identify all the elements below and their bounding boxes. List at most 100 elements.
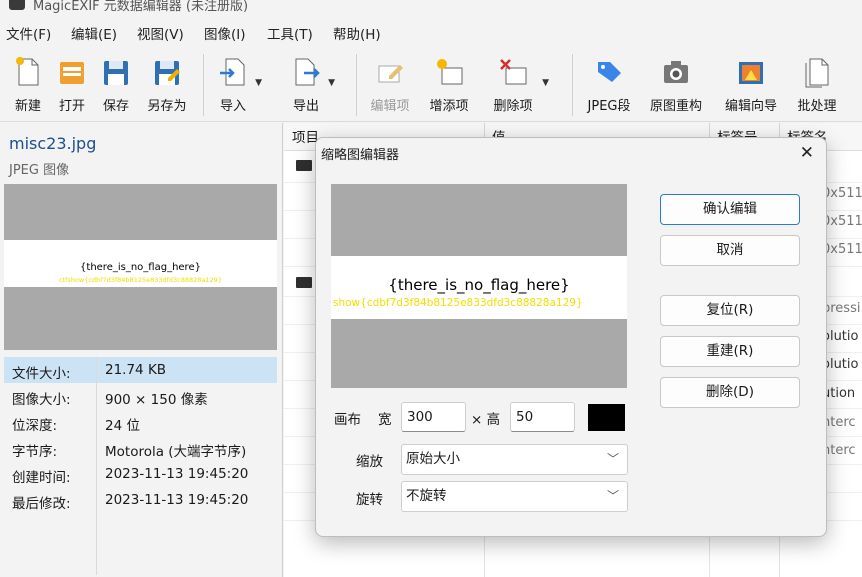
- new-file-icon: [16, 57, 39, 86]
- property-row-file-size[interactable]: 文件大小: 21.74 KB: [4, 357, 277, 383]
- delete-button[interactable]: 删除(D): [660, 377, 800, 408]
- import-icon: [220, 58, 245, 86]
- edit-item-icon: [378, 65, 403, 83]
- preview-text: {there_is_no_flag_here}: [80, 262, 201, 273]
- menu-view[interactable]: 视图(V): [137, 23, 184, 43]
- property-row-modified[interactable]: 最后修改: 2023-11-13 19:45:20: [4, 487, 277, 513]
- property-row-image-size[interactable]: 图像大小: 900 × 150 像素: [4, 383, 277, 409]
- canvas-height-input[interactable]: 50: [510, 402, 575, 432]
- canvas-color-swatch[interactable]: [588, 404, 625, 431]
- batch-button[interactable]: 批处理: [793, 52, 841, 118]
- property-value: 24 位: [105, 418, 140, 434]
- image-preview: {there_is_no_flag_here} ctfshow{cdbf7d3f…: [4, 184, 277, 350]
- export-label: 导出: [292, 99, 319, 114]
- close-icon[interactable]: ✕: [800, 143, 814, 163]
- export-button[interactable]: 导出 ▼: [289, 52, 335, 118]
- folder-open-icon: [60, 62, 84, 84]
- confirm-edit-button[interactable]: 确认编辑: [660, 194, 800, 225]
- delete-item-dropdown-icon[interactable]: ▼: [542, 78, 549, 88]
- delete-item-button[interactable]: 删除项 ▼: [489, 52, 549, 118]
- new-button[interactable]: 新建: [10, 52, 46, 118]
- delete-item-icon: [500, 59, 527, 85]
- new-label: 新建: [14, 99, 41, 114]
- save-as-icon: [155, 61, 180, 85]
- camera-icon: [664, 61, 688, 83]
- property-value: 2023-11-13 19:45:20: [105, 492, 249, 508]
- import-dropdown-icon[interactable]: ▼: [255, 78, 262, 88]
- rotate-label: 旋转: [356, 492, 383, 508]
- table-cell-tag-name[interactable]: nterc: [822, 443, 856, 458]
- property-value: 900 × 150 像素: [105, 392, 208, 408]
- table-cell-tag-name[interactable]: olutio: [822, 357, 858, 372]
- property-label: 位深度:: [12, 418, 58, 434]
- property-value: 2023-11-13 19:45:20: [105, 466, 249, 482]
- cancel-button[interactable]: 取消: [660, 235, 800, 266]
- folder-icon[interactable]: [296, 277, 312, 288]
- property-value: Motorola (大端字节序): [105, 444, 247, 460]
- table-cell-tag-name[interactable]: olutio: [822, 329, 858, 344]
- import-button[interactable]: 导入 ▼: [216, 52, 262, 118]
- thumbnail-editor-dialog: 缩略图编辑器 ✕ {there_is_no_flag_here} show{cd…: [315, 137, 827, 537]
- menu-help[interactable]: 帮助(H): [333, 23, 381, 43]
- batch-icon: [805, 58, 829, 88]
- title-bar: MagicEXIF 元数据编辑器 (未注册版): [0, 0, 862, 18]
- export-dropdown-icon[interactable]: ▼: [328, 78, 335, 88]
- delete-item-label: 删除项: [493, 99, 533, 114]
- add-item-button[interactable]: 增添项: [425, 52, 473, 118]
- thumbnail-preview: {there_is_no_flag_here} show{cdbf7d3f84b…: [331, 184, 627, 388]
- folder-icon[interactable]: [296, 160, 312, 171]
- table-cell-tag-name[interactable]: 0x511: [822, 242, 862, 257]
- dialog-title: 缩略图编辑器: [321, 148, 400, 163]
- property-label: 图像大小:: [12, 392, 71, 408]
- reset-button[interactable]: 复位(R): [660, 295, 800, 326]
- import-label: 导入: [219, 99, 246, 114]
- open-label: 打开: [58, 99, 85, 114]
- window-title: MagicEXIF 元数据编辑器 (未注册版): [33, 0, 249, 14]
- table-cell-tag-name[interactable]: nterc: [822, 415, 856, 430]
- canvas-label: 画布: [334, 412, 361, 428]
- file-info-panel: misc23.jpg JPEG 图像 {there_is_no_flag_her…: [0, 123, 283, 577]
- menu-edit[interactable]: 编辑(E): [71, 23, 117, 43]
- file-type: JPEG 图像: [9, 163, 70, 178]
- rebuild-image-label: 原图重构: [649, 99, 702, 114]
- rotate-select[interactable]: 不旋转 ﹀: [401, 481, 628, 512]
- save-label: 保存: [102, 99, 129, 114]
- property-row-bit-depth[interactable]: 位深度: 24 位: [4, 409, 277, 435]
- wizard-icon: [739, 62, 763, 84]
- save-icon: [104, 61, 128, 85]
- export-icon: [295, 58, 320, 86]
- app-icon: [9, 0, 25, 10]
- add-item-label: 增添项: [429, 99, 469, 114]
- preview-hidden-text: ctfshow{cdbf7d3f84b8125e833dfd3c88828a12…: [59, 276, 222, 284]
- thumbnail-text: {there_is_no_flag_here}: [388, 276, 570, 294]
- tag-icon: [598, 62, 621, 82]
- table-cell-tag-name[interactable]: 0x511: [822, 214, 862, 229]
- property-label: 最后修改:: [12, 496, 71, 512]
- scale-select[interactable]: 原始大小 ﹀: [401, 444, 628, 475]
- add-item-icon: [437, 59, 463, 85]
- save-as-button[interactable]: 另存为: [142, 52, 192, 118]
- save-button[interactable]: 保存: [98, 52, 134, 118]
- jpeg-segment-label: JPEG段: [587, 99, 631, 114]
- height-label: × 高: [471, 412, 501, 428]
- property-row-byte-order[interactable]: 字节序: Motorola (大端字节序): [4, 435, 277, 461]
- menu-file[interactable]: 文件(F): [6, 23, 51, 43]
- property-row-created[interactable]: 创建时间: 2023-11-13 19:45:20: [4, 461, 277, 487]
- menu-image[interactable]: 图像(I): [204, 23, 246, 43]
- table-cell-tag-name[interactable]: 0x511: [822, 186, 862, 201]
- rebuild-button[interactable]: 重建(R): [660, 336, 800, 367]
- menu-tools[interactable]: 工具(T): [267, 23, 313, 43]
- edit-item-button[interactable]: 编辑项: [366, 52, 414, 118]
- jpeg-segment-button[interactable]: JPEG段: [583, 52, 635, 118]
- edit-wizard-label: 编辑向导: [724, 99, 777, 114]
- table-cell-tag-name[interactable]: pressi: [822, 301, 860, 316]
- chevron-down-icon: ﹀: [606, 489, 619, 503]
- canvas-width-input[interactable]: 300: [401, 402, 466, 432]
- property-column-divider: [96, 357, 97, 575]
- open-button[interactable]: 打开: [54, 52, 90, 118]
- toolbar: 新建 打开 保存 另存为 导入 ▼ 导出 ▼ 编辑项 增添项 删除项 ▼ JPE…: [0, 46, 862, 122]
- menu-bar: 文件(F) 编辑(E) 视图(V) 图像(I) 工具(T) 帮助(H): [0, 21, 862, 43]
- rebuild-image-button[interactable]: 原图重构: [645, 52, 707, 118]
- thumbnail-hidden-text: show{cdbf7d3f84b8125e833dfd3c88828a129}: [333, 297, 583, 309]
- edit-wizard-button[interactable]: 编辑向导: [720, 52, 782, 118]
